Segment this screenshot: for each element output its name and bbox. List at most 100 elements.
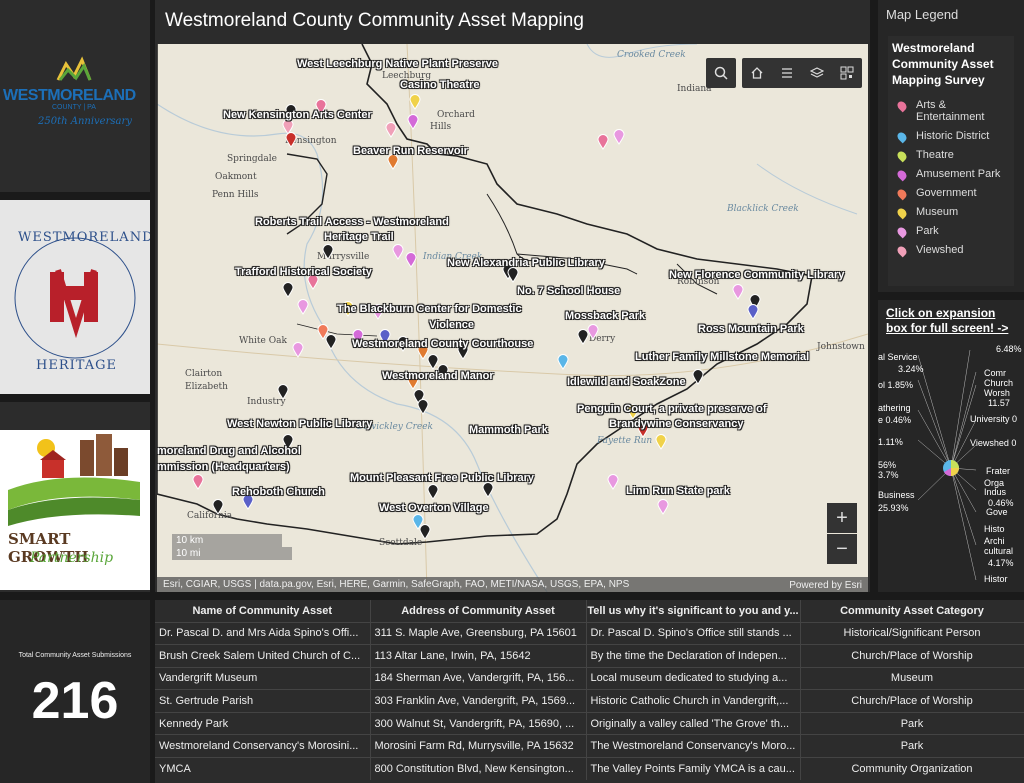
table-row[interactable]: Kennedy Park 300 Walnut St, Vandergrift, …: [155, 711, 1024, 735]
zoom-out-button[interactable]: −: [827, 534, 857, 564]
map-pin-icon[interactable]: [385, 122, 397, 138]
qr-code-button[interactable]: [832, 58, 862, 88]
map-pin-icon[interactable]: [282, 282, 294, 298]
table-row[interactable]: Dr. Pascal D. and Mrs Aida Spino's Offi.…: [155, 621, 1024, 645]
place-label[interactable]: West Overton Village: [379, 502, 489, 514]
search-icon: [714, 66, 728, 80]
town-label: Elizabeth: [185, 382, 228, 392]
column-header-name[interactable]: Name of Community Asset: [155, 600, 371, 622]
map-pin-icon[interactable]: [692, 369, 704, 385]
town-label: Penn Hills: [212, 190, 259, 200]
map-pin-icon[interactable]: [277, 384, 289, 400]
map-pin-icon[interactable]: [597, 134, 609, 150]
map-pin-icon[interactable]: [427, 484, 439, 500]
map-pin-icon[interactable]: [297, 299, 309, 315]
town-label: Crooked Creek: [617, 50, 686, 60]
map-pin-icon[interactable]: [613, 129, 625, 145]
map-pin-icon[interactable]: [657, 499, 669, 515]
qr-code-icon: [840, 66, 854, 80]
pie-slice-label: athering: [878, 403, 911, 413]
place-label[interactable]: Idlewild and SoakZone: [567, 376, 686, 388]
basemap-button[interactable]: [802, 58, 832, 88]
pie-slice-label: Church: [984, 378, 1014, 388]
place-label[interactable]: Mount Pleasant Free Public Library: [350, 472, 534, 484]
table-row[interactable]: Westmoreland Conservancy's Morosini... Mo…: [155, 734, 1024, 758]
map-pin-icon[interactable]: [732, 284, 744, 300]
place-label[interactable]: Brandywine Conservancy: [609, 418, 744, 430]
layer-list-button[interactable]: [772, 58, 802, 88]
map-pin-icon[interactable]: [417, 399, 429, 415]
place-label[interactable]: No. 7 School House: [517, 285, 620, 297]
map-pin-icon[interactable]: [325, 334, 337, 350]
map-pin-icon[interactable]: [405, 252, 417, 268]
place-label[interactable]: The Blackburn Center for Domestic: [337, 303, 522, 315]
cell-name: YMCA: [155, 757, 371, 781]
legend-item: Theatre: [888, 146, 1014, 165]
place-label[interactable]: Trafford Historical Society: [235, 266, 372, 278]
place-label[interactable]: New Florence Community Library: [669, 269, 844, 281]
scale-bar-km: 10 km: [172, 534, 282, 547]
table-row[interactable]: Vandergrift Museum 184 Sherman Ave, Vande…: [155, 666, 1024, 690]
place-label[interactable]: Linn Run State park: [626, 485, 730, 497]
map-view[interactable]: Leechburg Orchard Hills Indiana Kensingt…: [157, 44, 868, 592]
map-pin-icon[interactable]: [747, 304, 759, 320]
cell-category: Park: [800, 734, 1024, 758]
map-pin-icon[interactable]: [655, 434, 667, 450]
map-pin-icon[interactable]: [409, 94, 421, 110]
place-label[interactable]: Mammoth Park: [469, 424, 548, 436]
search-button[interactable]: [706, 58, 736, 88]
place-label[interactable]: New Alexandria Public Library: [447, 257, 605, 269]
map-pin-icon: [895, 168, 909, 182]
place-label[interactable]: mmission (Headquarters): [157, 461, 290, 473]
column-header-category[interactable]: Community Asset Category: [800, 600, 1024, 622]
pie-slice-label: cultural: [984, 546, 1014, 556]
map-pin-icon[interactable]: [292, 342, 304, 358]
powered-by-esri[interactable]: Powered by Esri: [789, 580, 862, 591]
map-pin-icon[interactable]: [482, 482, 494, 498]
place-label[interactable]: Westmoreland Manor: [382, 370, 494, 382]
place-label[interactable]: Luther Family Millstone Memorial: [635, 351, 809, 363]
category-chart-panel[interactable]: Click on expansion box for full screen! …: [878, 300, 1024, 592]
map-pin-icon[interactable]: [392, 244, 404, 260]
zoom-in-button[interactable]: +: [827, 503, 857, 533]
cell-category: Church/Place of Worship: [800, 644, 1024, 668]
place-label[interactable]: Penguin Court, a private preserve of: [577, 403, 767, 415]
place-label[interactable]: West Newton Public Library: [227, 418, 372, 430]
place-label[interactable]: Mossback Park: [565, 310, 645, 322]
table-row[interactable]: Brush Creek Salem United Church of C... 1…: [155, 644, 1024, 668]
column-header-significance[interactable]: Tell us why it's significant to you and …: [586, 600, 801, 622]
cell-category: Church/Place of Worship: [800, 689, 1024, 713]
home-button[interactable]: [742, 58, 772, 88]
place-label[interactable]: Ross Mountain Park: [698, 323, 804, 335]
map-pin-icon[interactable]: [557, 354, 569, 370]
map-pin-icon[interactable]: [407, 114, 419, 130]
map-pin-icon[interactable]: [419, 524, 431, 540]
map-pin-icon[interactable]: [285, 132, 297, 148]
total-submissions-label: Total Community Asset Submissions: [18, 652, 132, 659]
place-label[interactable]: moreland Drug and Alcohol: [157, 445, 301, 457]
expand-instruction[interactable]: Click on expansion box for full screen! …: [878, 300, 1024, 338]
map-pin-icon[interactable]: [212, 499, 224, 515]
place-label[interactable]: West Leechburg Native Plant Preserve: [297, 58, 498, 70]
map-pin-icon[interactable]: [192, 474, 204, 490]
place-label[interactable]: Casino Theatre: [400, 79, 479, 91]
place-label[interactable]: Violence: [429, 319, 474, 331]
place-label[interactable]: Rehoboth Church: [232, 486, 325, 498]
place-label[interactable]: Roberts Trail Access - Westmoreland: [255, 216, 449, 228]
map-pin-icon[interactable]: [507, 267, 519, 283]
map-pin-icon[interactable]: [322, 244, 334, 260]
table-row[interactable]: YMCA 800 Constitution Blvd, New Kensingto…: [155, 757, 1024, 781]
place-label[interactable]: Beaver Run Reservoir: [353, 145, 468, 157]
place-label[interactable]: Westmoreland County Courthouse: [352, 338, 533, 350]
map-pin-icon[interactable]: [607, 474, 619, 490]
cell-category: Historical/Significant Person: [800, 621, 1024, 645]
place-label[interactable]: New Kensington Arts Center: [223, 109, 372, 121]
table-row[interactable]: St. Gertrude Parish 303 Franklin Ave, Van…: [155, 689, 1024, 713]
legend-item-label: Park: [916, 225, 939, 237]
column-header-address[interactable]: Address of Community Asset: [370, 600, 587, 622]
town-label: Oakmont: [215, 172, 257, 182]
legend-item: Viewshed: [888, 241, 1014, 260]
map-pin-icon[interactable]: [587, 324, 599, 340]
pie-slice-label: Comr: [984, 368, 1006, 378]
place-label[interactable]: Heritage Trail: [324, 231, 394, 243]
